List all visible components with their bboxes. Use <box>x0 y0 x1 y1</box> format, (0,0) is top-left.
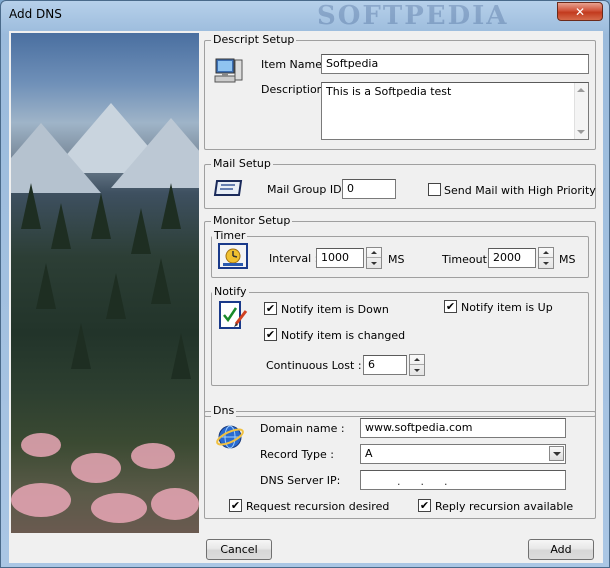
timeout-spinner[interactable] <box>538 247 554 269</box>
interval-label: Interval : <box>269 252 319 265</box>
record-type-value: A <box>365 447 373 460</box>
record-type-select[interactable]: A <box>360 444 566 464</box>
add-button[interactable]: Add <box>528 539 594 560</box>
descript-setup-legend: Descript Setup <box>211 33 297 46</box>
dns-server-ip-input[interactable]: ... <box>360 470 566 490</box>
globe-icon <box>216 425 244 449</box>
interval-down-arrow-icon[interactable] <box>367 258 381 268</box>
mail-setup-group: Mail Setup Mail Group ID: 0 Send Mail wi… <box>204 157 596 209</box>
item-name-input[interactable]: Softpedia <box>321 54 589 74</box>
dns-legend: Dns <box>211 404 237 417</box>
timeout-down-arrow-icon[interactable] <box>539 258 553 268</box>
mail-group-id-label: Mail Group ID: <box>267 183 346 196</box>
notify-changed-checkbox[interactable]: ✔ <box>264 328 277 341</box>
notify-legend: Notify <box>212 285 249 298</box>
high-priority-checkbox[interactable] <box>428 183 441 196</box>
notify-up-checkbox[interactable]: ✔ <box>444 300 457 313</box>
interval-input[interactable]: 1000 <box>316 248 364 268</box>
interval-up-arrow-icon[interactable] <box>367 248 381 258</box>
monitor-setup-group: Monitor Setup Timer Interval : 1000 MS T… <box>204 214 596 417</box>
computer-icon <box>214 58 243 83</box>
timeout-label: Timeout <box>442 253 487 266</box>
timeout-unit: MS <box>559 253 576 266</box>
notify-down-label: Notify item is Down <box>281 303 389 316</box>
continuous-lost-input[interactable]: 6 <box>363 355 407 375</box>
clock-icon <box>218 243 248 269</box>
add-dns-window: Add DNS SOFTPEDIA ✕ Descript Setup Item … <box>0 0 610 568</box>
description-label: Description: <box>261 83 328 96</box>
title-bar[interactable]: Add DNS SOFTPEDIA ✕ <box>1 1 609 31</box>
window-title: Add DNS <box>9 7 62 21</box>
lost-down-arrow-icon[interactable] <box>410 365 424 375</box>
domain-name-input[interactable]: www.softpedia.com <box>360 418 566 438</box>
lost-up-arrow-icon[interactable] <box>410 355 424 365</box>
landscape-image <box>11 33 199 533</box>
dns-group: Dns Domain name : www.softpedia.com Reco… <box>204 404 596 519</box>
descript-setup-group: Descript Setup Item Name: Softpedia Desc… <box>204 33 596 150</box>
description-scrollbar[interactable] <box>574 83 588 139</box>
reply-recursion-checkbox[interactable]: ✔ <box>418 499 431 512</box>
chevron-down-icon[interactable] <box>549 446 564 461</box>
mail-group-id-input[interactable]: 0 <box>342 179 396 199</box>
dns-server-ip-label: DNS Server IP: <box>260 474 341 487</box>
high-priority-label: Send Mail with High Priority <box>444 184 596 197</box>
monitor-setup-legend: Monitor Setup <box>211 214 293 227</box>
notify-changed-label: Notify item is changed <box>281 329 406 342</box>
description-textarea[interactable]: This is a Softpedia test <box>321 82 589 140</box>
close-icon: ✕ <box>574 4 586 19</box>
timeout-input[interactable]: 2000 <box>488 248 536 268</box>
domain-name-label: Domain name : <box>260 422 345 435</box>
timeout-up-arrow-icon[interactable] <box>539 248 553 258</box>
continuous-lost-label: Continuous Lost : <box>266 359 362 372</box>
timer-group: Timer Interval : 1000 MS Timeout 2000 MS <box>211 229 589 278</box>
interval-spinner[interactable] <box>366 247 382 269</box>
request-recursion-checkbox[interactable]: ✔ <box>229 499 242 512</box>
reply-recursion-label: Reply recursion available <box>435 500 574 513</box>
dialog-client: Descript Setup Item Name: Softpedia Desc… <box>9 31 603 563</box>
mail-setup-legend: Mail Setup <box>211 157 273 170</box>
record-type-label: Record Type : <box>260 448 334 461</box>
mail-card-icon <box>213 180 243 196</box>
watermark-logo: SOFTPEDIA <box>317 1 509 31</box>
item-name-label: Item Name: <box>261 58 326 71</box>
notify-up-label: Notify item is Up <box>461 301 553 314</box>
request-recursion-label: Request recursion desired <box>246 500 390 513</box>
interval-unit: MS <box>388 253 405 266</box>
checklist-icon <box>219 301 248 329</box>
notify-down-checkbox[interactable]: ✔ <box>264 302 277 315</box>
description-text: This is a Softpedia test <box>326 85 452 98</box>
timer-legend: Timer <box>212 229 248 242</box>
continuous-lost-spinner[interactable] <box>409 354 425 376</box>
cancel-button[interactable]: Cancel <box>206 539 272 560</box>
close-button[interactable]: ✕ <box>557 2 603 21</box>
notify-group: Notify ✔ Notify item is Down ✔ Notify it… <box>211 285 589 386</box>
